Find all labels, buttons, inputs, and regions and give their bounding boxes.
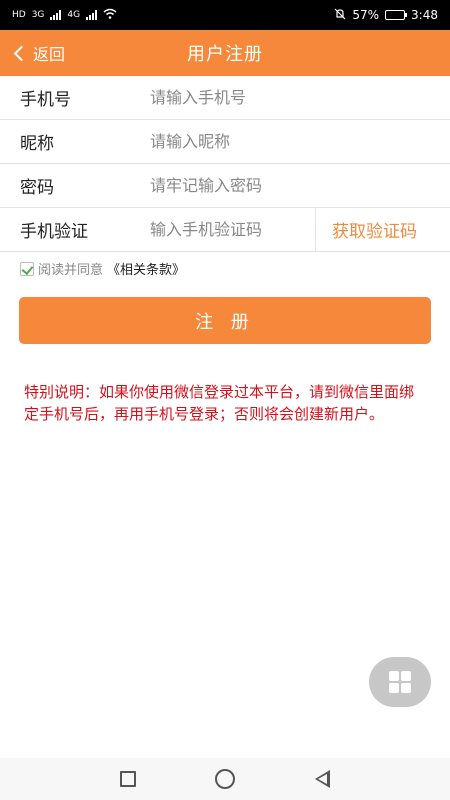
- password-label: 密码: [20, 178, 54, 198]
- password-input[interactable]: [150, 176, 410, 195]
- nickname-label: 昵称: [20, 134, 54, 154]
- clock: 3:48: [411, 8, 438, 22]
- get-code-button[interactable]: 获取验证码: [332, 217, 417, 242]
- mute-icon: [334, 8, 346, 23]
- divider: [315, 208, 316, 252]
- page-title: 用户注册: [187, 44, 263, 65]
- network-3g: 3G: [31, 9, 45, 20]
- phone-input[interactable]: [150, 88, 410, 107]
- agree-checkbox[interactable]: [20, 261, 34, 276]
- status-bar: HD 3G 4G 57% 3:48: [0, 0, 450, 30]
- verify-code-input[interactable]: [150, 220, 310, 239]
- nickname-input[interactable]: [150, 132, 410, 151]
- phone-label: 手机号: [20, 90, 71, 110]
- verify-label: 手机验证: [20, 222, 88, 242]
- status-right: 57% 3:48: [334, 8, 438, 23]
- network-4g: 4G: [67, 9, 81, 20]
- nickname-row: 昵称: [0, 120, 450, 164]
- battery-icon: [385, 10, 408, 20]
- agreement: 阅读并同意 《相关条款》: [20, 259, 185, 278]
- recent-apps-icon[interactable]: [119, 771, 136, 787]
- back-icon[interactable]: [315, 770, 331, 788]
- wifi-icon: [103, 8, 117, 22]
- phone-row: 手机号: [0, 76, 450, 120]
- signal-icon-2: [86, 10, 98, 20]
- back-label: 返回: [33, 45, 66, 64]
- verify-row: 手机验证 获取验证码: [0, 208, 450, 252]
- battery-percent: 57%: [352, 8, 380, 22]
- chevron-left-icon: [13, 45, 30, 62]
- back-button[interactable]: 返回: [13, 30, 66, 76]
- register-button[interactable]: 注 册: [19, 297, 431, 344]
- terms-link[interactable]: 《相关条款》: [107, 259, 185, 278]
- special-notice: 特别说明：如果你使用微信登录过本平台，请到微信里面绑定手机号后，再用手机号登录；…: [24, 383, 415, 423]
- grid-icon: [389, 671, 411, 693]
- app-header: 返回 用户注册: [0, 30, 450, 76]
- password-row: 密码: [0, 164, 450, 208]
- hd-badge: HD: [12, 9, 26, 20]
- status-left: HD 3G 4G: [12, 8, 117, 22]
- register-form: 手机号 昵称 密码 手机验证 获取验证码: [0, 76, 450, 252]
- floating-menu-button[interactable]: [369, 657, 431, 707]
- agree-text: 阅读并同意: [38, 263, 104, 278]
- system-nav-bar: [0, 758, 450, 800]
- home-icon[interactable]: [215, 769, 236, 789]
- signal-icon: [50, 10, 62, 20]
